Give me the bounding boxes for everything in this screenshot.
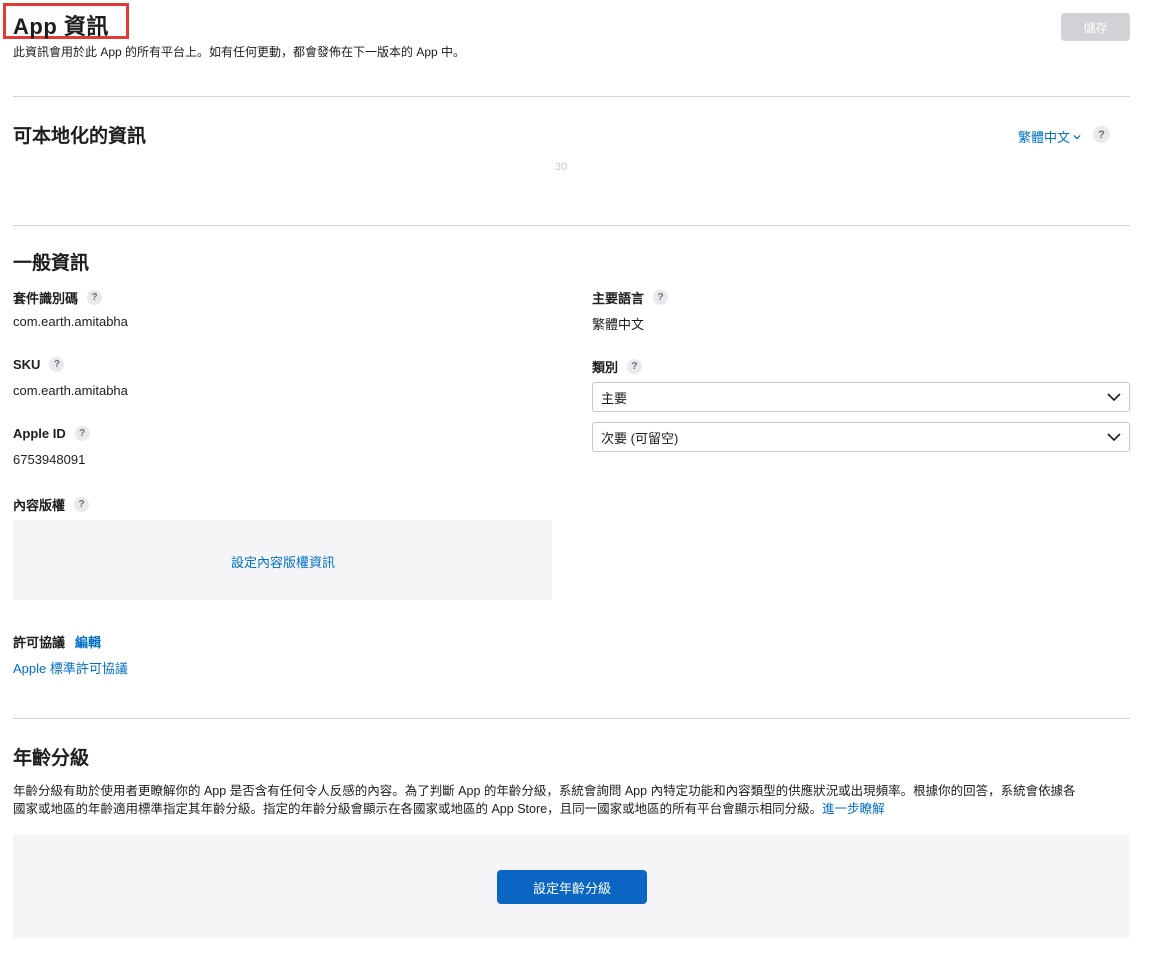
character-counter: 30 <box>555 161 568 173</box>
help-icon[interactable]: ? <box>627 359 643 374</box>
set-age-rating-button[interactable]: 設定年齡分級 <box>497 870 647 904</box>
license-edit-link[interactable]: 編輯 <box>75 632 101 651</box>
divider <box>13 96 1130 97</box>
category-label-text: 類別 <box>592 360 619 375</box>
learn-more-link[interactable]: 進一步瞭解 <box>822 802 885 816</box>
license-label: 許可協議 編輯 <box>13 632 101 651</box>
secondary-category-select[interactable]: 次要 (可留空) <box>592 422 1130 452</box>
primary-language-value: 繁體中文 <box>592 317 645 332</box>
primary-language-label: 主要語言 ? <box>592 288 669 307</box>
help-icon[interactable]: ? <box>1093 126 1110 143</box>
page-subtitle: 此資訊會用於此 App 的所有平台上。如有任何更動，都會發佈在下一版本的 App… <box>13 45 466 59</box>
apple-id-label-text: Apple ID <box>13 426 66 441</box>
secondary-category-value: 次要 (可留空) <box>601 430 679 446</box>
primary-category-value: 主要 <box>601 390 628 406</box>
sku-value: com.earth.amitabha <box>13 383 128 398</box>
save-button[interactable]: 儲存 <box>1061 13 1130 41</box>
help-icon[interactable]: ? <box>74 426 90 441</box>
primary-language-label-text: 主要語言 <box>592 291 645 306</box>
help-icon[interactable]: ? <box>87 290 103 305</box>
chevron-down-icon <box>1073 134 1081 139</box>
page-title: App 資訊 <box>13 14 109 39</box>
age-rating-description: 年齡分級有助於使用者更瞭解你的 App 是否含有任何令人反感的內容。為了判斷 A… <box>13 782 1083 818</box>
bundle-id-label: 套件識別碼 ? <box>13 288 103 307</box>
copyright-label: 內容版權 ? <box>13 495 90 514</box>
category-label: 類別 ? <box>592 357 643 376</box>
divider <box>13 225 1130 226</box>
general-section-title: 一般資訊 <box>13 253 90 274</box>
help-icon[interactable]: ? <box>74 497 90 512</box>
language-selector-label: 繁體中文 <box>1018 130 1071 145</box>
localizable-section-title: 可本地化的資訊 <box>13 126 147 147</box>
apple-id-label: Apple ID ? <box>13 426 90 441</box>
apple-id-value: 6753948091 <box>13 452 86 467</box>
license-agreement-link[interactable]: Apple 標準許可協議 <box>13 658 128 677</box>
copyright-label-text: 內容版權 <box>13 498 66 513</box>
bundle-id-value: com.earth.amitabha <box>13 314 128 329</box>
language-selector[interactable]: 繁體中文 <box>1018 127 1081 146</box>
age-rating-description-text: 年齡分級有助於使用者更瞭解你的 App 是否含有任何令人反感的內容。為了判斷 A… <box>13 784 1076 816</box>
age-rating-section-title: 年齡分級 <box>13 748 90 769</box>
divider <box>13 718 1130 719</box>
set-copyright-link[interactable]: 設定內容版權資訊 <box>231 552 335 571</box>
sku-label: SKU ? <box>13 357 65 372</box>
help-icon[interactable]: ? <box>653 290 669 305</box>
sku-label-text: SKU <box>13 357 41 372</box>
primary-category-select[interactable]: 主要 <box>592 382 1130 412</box>
bundle-id-label-text: 套件識別碼 <box>13 291 79 306</box>
chevron-down-icon <box>1107 392 1121 401</box>
chevron-down-icon <box>1107 432 1121 441</box>
license-label-text: 許可協議 <box>13 635 66 650</box>
help-icon[interactable]: ? <box>49 357 65 372</box>
